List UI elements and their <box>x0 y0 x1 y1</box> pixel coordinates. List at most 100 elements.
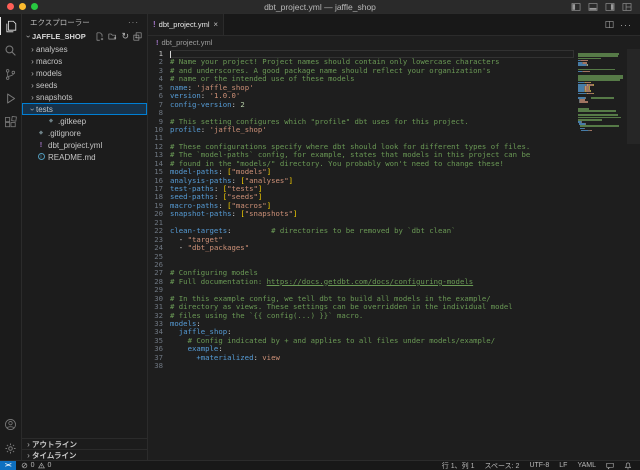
yaml-file-icon: ! <box>156 38 159 47</box>
line-content: clean-targets: # directories to be remov… <box>170 227 574 235</box>
explorer-sidebar: エクスプローラー ··· › JAFFLE_SHOP ↻ ›analyses›m… <box>22 14 148 460</box>
code-line[interactable]: 24 - "dbt_packages" <box>148 244 574 252</box>
close-window-button[interactable] <box>7 3 14 10</box>
chevron-right-icon: › <box>29 69 36 78</box>
line-content: +materialized: view <box>170 354 574 362</box>
chevron-right-icon: › <box>25 451 32 460</box>
tree-item-seeds[interactable]: ›seeds <box>22 79 147 91</box>
tree-item-label: tests <box>36 105 53 114</box>
tree-item-label: .gitkeep <box>58 117 86 126</box>
minimap-slider[interactable] <box>627 49 640 144</box>
problems-status[interactable]: 0 0 <box>21 462 52 469</box>
feedback-icon[interactable] <box>606 462 614 470</box>
status-indentation[interactable]: スペース: 2 <box>484 461 519 470</box>
code-line[interactable]: 37 +materialized: view <box>148 354 574 362</box>
bell-icon[interactable] <box>624 462 632 470</box>
yaml-file-icon: ! <box>153 20 156 29</box>
customize-layout-icon[interactable] <box>622 2 632 12</box>
tree-item-gitignore[interactable]: ◆.gitignore <box>22 127 147 139</box>
line-number: 38 <box>148 362 170 370</box>
code-line[interactable]: 20snapshot-paths: ["snapshots"] <box>148 210 574 218</box>
code-line[interactable]: 25 <box>148 253 574 261</box>
new-file-icon[interactable] <box>95 32 104 41</box>
error-count: 0 <box>31 462 35 469</box>
titlebar: dbt_project.yml — jaffle_shop <box>0 0 640 14</box>
breadcrumb-file: dbt_project.yml <box>162 38 213 47</box>
new-folder-icon[interactable] <box>108 32 117 41</box>
tree-item-snapshots[interactable]: ›snapshots <box>22 91 147 103</box>
toggle-panel-icon[interactable] <box>588 2 598 12</box>
tree-item-tests[interactable]: ›tests <box>22 103 147 115</box>
tree-item-label: analyses <box>36 45 68 54</box>
collapse-all-icon[interactable] <box>133 32 142 41</box>
split-editor-icon[interactable] <box>605 20 614 29</box>
activity-source-control-icon[interactable] <box>0 62 22 86</box>
file-tree: ›analyses›macros›models›seeds›snapshots›… <box>22 43 147 438</box>
tree-item-gitkeep[interactable]: ◆.gitkeep <box>22 115 147 127</box>
status-encoding[interactable]: UTF-8 <box>529 462 549 469</box>
tree-item-label: snapshots <box>36 93 72 102</box>
activity-explorer-icon[interactable] <box>0 14 22 38</box>
code-line[interactable]: 38 <box>148 362 574 370</box>
activity-run-debug-icon[interactable] <box>0 86 22 110</box>
line-content: - "dbt_packages" <box>170 244 574 252</box>
remote-indicator[interactable]: >< <box>0 461 16 470</box>
toggle-primary-sidebar-icon[interactable] <box>571 2 581 12</box>
tree-item-label: macros <box>36 57 62 66</box>
tree-item-models[interactable]: ›models <box>22 67 147 79</box>
sidebar-title: エクスプローラー <box>30 17 90 28</box>
line-content: # files using the `{{ config(...) }}` ma… <box>170 312 574 320</box>
refresh-icon[interactable]: ↻ <box>121 32 129 41</box>
tree-item-label: dbt_project.yml <box>48 141 102 150</box>
more-actions-icon[interactable]: ··· <box>620 20 632 30</box>
git-file-icon: ◆ <box>37 129 45 137</box>
zoom-window-button[interactable] <box>31 3 38 10</box>
code-line[interactable]: 7config-version: 2 <box>148 101 574 109</box>
tree-item-label: README.md <box>48 153 96 162</box>
activity-account-icon[interactable] <box>0 412 22 436</box>
status-bar: >< 0 0 行 1、列 1 スペース: 2 UTF-8 LF YAML <box>0 460 640 470</box>
error-icon <box>21 462 28 469</box>
activity-search-icon[interactable] <box>0 38 22 62</box>
info-file-icon: i <box>37 153 45 161</box>
toggle-secondary-sidebar-icon[interactable] <box>605 2 615 12</box>
line-content: # Full documentation: https://docs.getdb… <box>170 278 574 286</box>
tree-item-label: seeds <box>36 81 57 90</box>
tree-item-readme-md[interactable]: iREADME.md <box>22 151 147 163</box>
activity-extensions-icon[interactable] <box>0 110 22 134</box>
code-line[interactable]: 10profile: 'jaffle_shop' <box>148 126 574 134</box>
minimize-window-button[interactable] <box>19 3 26 10</box>
tree-item-dbt-project-yml[interactable]: !dbt_project.yml <box>22 139 147 151</box>
status-eol[interactable]: LF <box>559 462 567 469</box>
breadcrumb[interactable]: ! dbt_project.yml <box>148 36 640 49</box>
close-tab-icon[interactable]: × <box>213 20 218 29</box>
minimap[interactable] <box>578 51 626 134</box>
warning-count: 0 <box>48 462 52 469</box>
tab-dbt-project-yml[interactable]: ! dbt_project.yml × <box>148 14 224 35</box>
project-root-row[interactable]: › JAFFLE_SHOP ↻ <box>22 30 147 43</box>
tree-item-macros[interactable]: ›macros <box>22 55 147 67</box>
line-content: snapshot-paths: ["snapshots"] <box>170 210 574 218</box>
sidebar-section[interactable]: ›アウトライン <box>22 438 147 449</box>
status-bar-right: 行 1、列 1 スペース: 2 UTF-8 LF YAML <box>442 461 632 470</box>
git-file-icon: ◆ <box>47 117 55 125</box>
code-line[interactable]: 32# files using the `{{ config(...) }}` … <box>148 312 574 320</box>
chevron-down-icon: › <box>28 106 37 113</box>
code-lines: 12# Name your project! Project names sho… <box>148 50 574 371</box>
status-cursor-position[interactable]: 行 1、列 1 <box>442 461 475 470</box>
activity-settings-icon[interactable] <box>0 436 22 460</box>
sidebar-header: エクスプローラー ··· <box>22 14 147 30</box>
traffic-lights <box>7 3 38 10</box>
code-editor[interactable]: 12# Name your project! Project names sho… <box>148 49 640 460</box>
tree-item-analyses[interactable]: ›analyses <box>22 43 147 55</box>
activity-bar <box>0 14 22 460</box>
code-line[interactable]: 28# Full documentation: https://docs.get… <box>148 278 574 286</box>
status-language-mode[interactable]: YAML <box>577 462 596 469</box>
sidebar-section-label: アウトライン <box>32 439 77 450</box>
sidebar-section[interactable]: ›タイムライン <box>22 449 147 460</box>
sidebar-more-actions-icon[interactable]: ··· <box>128 18 139 27</box>
chevron-right-icon: › <box>29 45 36 54</box>
tree-item-label: models <box>36 69 62 78</box>
vscode-window: dbt_project.yml — jaffle_shop エクスプローラー ·… <box>0 0 640 470</box>
yaml-file-icon: ! <box>37 141 45 149</box>
